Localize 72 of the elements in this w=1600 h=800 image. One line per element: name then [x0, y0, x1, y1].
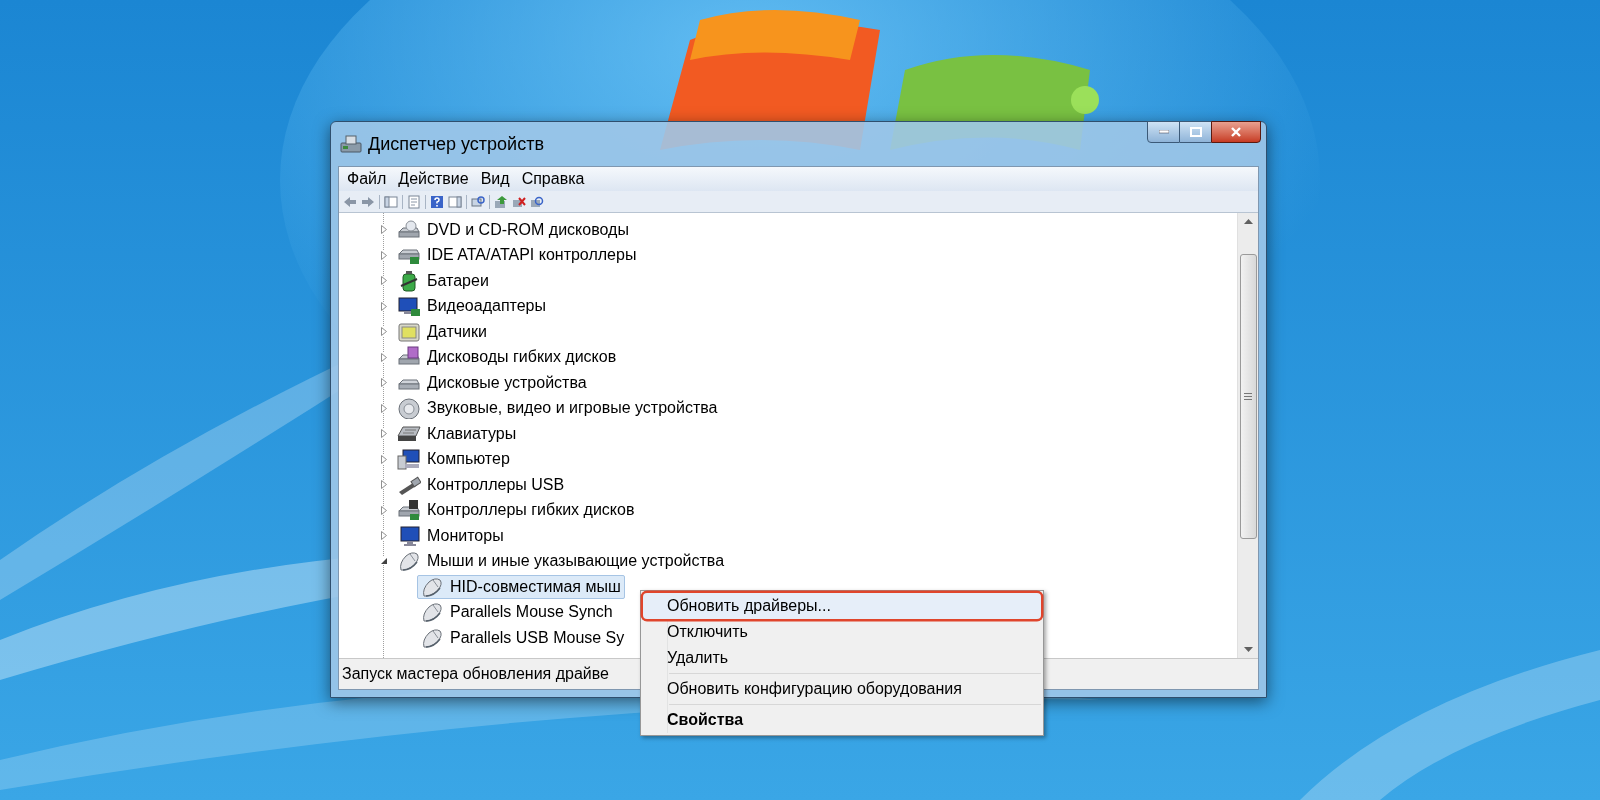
panel-icon[interactable]	[384, 194, 398, 209]
minimize-button[interactable]	[1147, 121, 1180, 143]
help-icon[interactable]	[430, 194, 444, 209]
scroll-down-icon	[1243, 647, 1253, 652]
expand-arrow-icon[interactable]	[381, 276, 387, 286]
expand-arrow-icon[interactable]	[381, 301, 387, 311]
scroll-up-icon	[1243, 219, 1253, 224]
expand-arrow-icon[interactable]	[381, 403, 387, 413]
tree-item[interactable]: Звуковые, видео и игровые устройства	[394, 396, 722, 421]
maximize-button[interactable]	[1180, 121, 1211, 143]
scan-icon[interactable]	[471, 194, 485, 209]
tree-item[interactable]: Дисковые устройства	[394, 370, 591, 395]
sensor-icon	[397, 320, 421, 343]
expand-arrow-icon[interactable]	[381, 378, 387, 388]
speaker-icon	[397, 397, 421, 420]
tree-item[interactable]: Дисководы гибких дисков	[394, 345, 621, 370]
expand-arrow-icon[interactable]	[381, 480, 387, 490]
tree-item[interactable]: Клавиатуры	[394, 421, 521, 446]
mouse-icon	[420, 601, 444, 624]
tree-item[interactable]: Видеоадаптеры	[394, 294, 550, 319]
collapse-arrow-icon[interactable]	[380, 557, 388, 566]
drive-icon	[397, 218, 421, 241]
forward-icon[interactable]	[361, 194, 375, 209]
floppy-controller-icon	[397, 499, 421, 522]
monitor-icon	[397, 295, 421, 318]
menu-item[interactable]: Действие	[392, 167, 475, 191]
tree-item[interactable]: Батареи	[394, 268, 493, 293]
tree-item[interactable]: Датчики	[394, 319, 491, 344]
expand-arrow-icon[interactable]	[381, 225, 387, 235]
computer-icon	[397, 448, 421, 471]
expand-arrow-icon[interactable]	[381, 327, 387, 337]
tree-item[interactable]: Компьютер	[394, 447, 514, 472]
tree-item[interactable]: DVD и CD-ROM дисководы	[394, 217, 633, 242]
context-menu-item[interactable]: Отключить	[643, 619, 1041, 645]
mouse-icon	[420, 575, 444, 598]
grip-icon	[1244, 393, 1252, 400]
menu-item[interactable]: Справка	[515, 167, 591, 191]
tree-item[interactable]: Parallels USB Mouse Sy	[417, 625, 629, 650]
refresh-icon[interactable]	[530, 194, 544, 209]
mouse-icon	[420, 626, 444, 649]
panel-icon[interactable]	[448, 194, 462, 209]
tree-item[interactable]: Parallels Mouse Synch	[417, 600, 617, 625]
status-text: Запуск мастера обновления драйве	[342, 664, 609, 684]
update-icon[interactable]	[494, 194, 508, 209]
mouse-icon	[397, 550, 421, 573]
expand-arrow-icon[interactable]	[381, 531, 387, 541]
close-button[interactable]	[1211, 121, 1261, 143]
context-menu-item[interactable]: Обновить конфигурацию оборудования	[643, 676, 1041, 702]
menu-item[interactable]: Вид	[474, 167, 516, 191]
back-icon[interactable]	[343, 194, 357, 209]
tree-item[interactable]: Мониторы	[394, 523, 508, 548]
expand-arrow-icon[interactable]	[381, 429, 387, 439]
properties-icon[interactable]	[407, 194, 421, 209]
expand-arrow-icon[interactable]	[381, 454, 387, 464]
context-menu-item[interactable]: Свойства	[643, 707, 1041, 733]
device-manager-icon	[340, 134, 362, 154]
tree-item[interactable]: HID-совместимая мыш	[417, 574, 625, 599]
context-menu-item[interactable]: Обновить драйверы...	[643, 593, 1041, 619]
tree-item[interactable]: Контроллеры USB	[394, 472, 569, 497]
tree-item[interactable]: Контроллеры гибких дисков	[394, 498, 639, 523]
maximize-icon	[1189, 127, 1202, 137]
expand-arrow-icon[interactable]	[381, 505, 387, 515]
tree-item[interactable]: IDE ATA/ATAPI контроллеры	[394, 243, 641, 268]
minimize-icon	[1158, 130, 1169, 134]
tree-item[interactable]: Мыши и иные указывающие устройства	[394, 549, 729, 574]
expand-arrow-icon[interactable]	[381, 250, 387, 260]
monitor-icon	[397, 524, 421, 547]
expand-arrow-icon[interactable]	[381, 352, 387, 362]
menu-item[interactable]: Файл	[341, 167, 393, 191]
context-menu-item[interactable]: Удалить	[643, 645, 1041, 671]
window-title: Диспетчер устройств	[368, 132, 544, 156]
close-icon	[1230, 127, 1242, 137]
